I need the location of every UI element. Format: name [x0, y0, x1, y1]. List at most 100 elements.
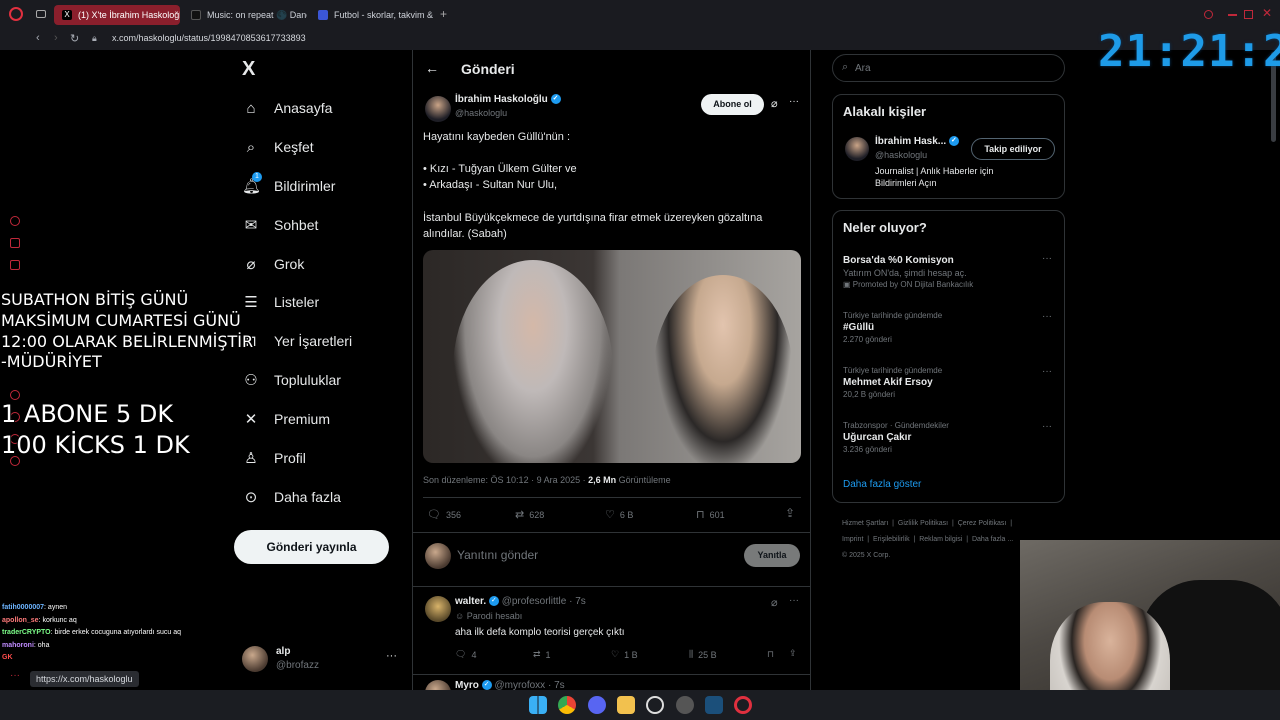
tab-music[interactable]: Music: on repeat 🌑 Danc — [183, 5, 307, 25]
back-icon[interactable]: ‹ — [36, 32, 40, 44]
author-name-row[interactable]: İbrahim Haskoloğlu ✓ — [455, 94, 561, 105]
new-tab-button[interactable]: + — [440, 7, 447, 21]
trend-more-icon[interactable]: ··· — [1042, 311, 1052, 322]
avatar[interactable] — [845, 137, 869, 161]
reply-input[interactable]: Yanıtını gönder — [457, 548, 697, 562]
nav-item-home[interactable]: ⌂ Anasayfa — [242, 96, 332, 120]
search-box[interactable]: ⌕ Ara — [832, 54, 1065, 82]
opera-icon[interactable] — [734, 696, 752, 714]
repost-action[interactable]: ⇄ 1 — [533, 649, 551, 660]
app-icon[interactable] — [676, 696, 694, 714]
chrome-icon[interactable] — [558, 696, 576, 714]
nav-item-more[interactable]: ⊙ Daha fazla — [242, 485, 341, 509]
url-text[interactable]: x.com/haskologlu/status/1998470853617733… — [112, 33, 306, 43]
trend-more-icon[interactable]: ··· — [1042, 366, 1052, 377]
show-more-link[interactable]: Daha fazla göster — [843, 479, 921, 490]
reply-action[interactable]: 🗨︎ 356 — [427, 508, 461, 521]
reply-item[interactable]: walter. ✓ @profesorlittle · 7s ⌀ ··· ☺ P… — [413, 587, 811, 687]
trend-more-icon[interactable]: ··· — [1042, 253, 1052, 264]
person-bio: Journalist | Anlık Haberler için Bildiri… — [875, 166, 994, 188]
copyright: © 2025 X Corp. — [842, 552, 891, 559]
chat-message: apollon_se: korkunc aq — [2, 615, 181, 628]
stream-clock: 21:21:26 — [1098, 26, 1280, 77]
steam-icon[interactable] — [705, 696, 723, 714]
nav-item-messages[interactable]: ✉ Sohbet — [242, 213, 319, 237]
discord-icon[interactable] — [588, 696, 606, 714]
post-button[interactable]: Gönderi yayınla — [234, 530, 389, 564]
x-favicon-icon: X — [62, 10, 72, 20]
opera-logo-icon[interactable] — [9, 7, 23, 21]
nav-item-premium[interactable]: ✕ Premium — [242, 407, 330, 431]
more-icon[interactable]: ··· — [386, 650, 397, 662]
person-name-row[interactable]: İbrahim Hask... ✓ — [875, 136, 959, 147]
footer-link[interactable]: Çerez Politikası — [958, 520, 1007, 527]
sidebar-app-icon[interactable] — [10, 216, 20, 226]
overlay-text: 12:00 OLARAK BELİRLENMİŞTİR — [1, 332, 254, 351]
tab-x-post[interactable]: X (1) X'te İbrahim Haskoloğlu — [54, 5, 180, 25]
share-icon: ⇪ — [789, 648, 797, 658]
tab-futbol[interactable]: Futbol - skorlar, takvim & — [310, 5, 434, 25]
footer-link[interactable]: Gizlilik Politikası — [898, 520, 948, 527]
minimize-button[interactable] — [1228, 14, 1237, 16]
repost-action[interactable]: ⇄ 628 — [515, 508, 544, 521]
nav-item-communities[interactable]: ⚇ Topluluklar — [242, 368, 341, 392]
footer-link[interactable]: Reklam bilgisi — [919, 536, 962, 543]
reply-author: walter. — [455, 596, 487, 607]
profile-icon: ♙ — [244, 450, 258, 467]
like-action[interactable]: ♡ 6 B — [605, 508, 633, 521]
footer-link[interactable]: Imprint — [842, 536, 863, 543]
nav-item-bookmarks[interactable]: ⊓ Yer İşaretleri — [242, 329, 352, 353]
like-action[interactable]: ♡ 1 B — [611, 649, 638, 660]
reload-icon[interactable]: ↻ — [70, 32, 79, 45]
following-button[interactable]: Takip ediliyor — [971, 138, 1055, 160]
footer-link[interactable]: Hizmet Şartları — [842, 520, 888, 527]
more-icon[interactable]: ··· — [789, 96, 799, 107]
folder-icon[interactable] — [617, 696, 635, 714]
share-action[interactable]: ⇪ — [789, 648, 797, 659]
sidebar-app-icon[interactable] — [10, 260, 20, 270]
windows-start-icon[interactable] — [529, 696, 547, 714]
forward-icon[interactable]: › — [54, 32, 58, 44]
grok-icon[interactable]: ⌀ — [771, 97, 778, 110]
reply-action[interactable]: 🗨︎ 4 — [455, 649, 476, 660]
trend-sub: 3.236 gönderi — [843, 445, 892, 454]
account-switcher[interactable]: alp @brofazz ··· — [242, 644, 402, 674]
x-logo-icon[interactable]: X — [242, 58, 255, 81]
sidebar-app-icon[interactable] — [10, 238, 20, 248]
reply-item[interactable]: Myro ✓ @myrofoxx · 7s — [413, 675, 811, 690]
nav-item-explore[interactable]: ⌕ Keşfet — [242, 135, 314, 159]
sidebar-more-icon[interactable]: ··· — [10, 670, 20, 681]
follow-button[interactable]: Abone ol — [701, 94, 764, 115]
reply-button[interactable]: Yanıtla — [744, 544, 800, 567]
tab-overview-icon[interactable] — [36, 10, 46, 18]
views-action[interactable]: ⫼ 25 B — [689, 649, 717, 660]
nav-item-lists[interactable]: ☰ Listeler — [242, 290, 319, 314]
bookmark-action[interactable]: ⊓ 601 — [696, 508, 725, 521]
community-icon: ⚇ — [244, 372, 258, 389]
bookmark-icon: ⊓ — [767, 649, 775, 659]
back-arrow-icon[interactable]: ← — [425, 60, 439, 76]
app-icon[interactable] — [646, 696, 664, 714]
trend-item[interactable]: Türkiye tarihinde gündemde Mehmet Akif E… — [843, 366, 1043, 399]
close-button[interactable]: ✕ — [1262, 6, 1272, 20]
trend-item[interactable]: Borsa'da %0 Komisyon Yatırım ON'da, şimd… — [843, 253, 1043, 289]
trend-item[interactable]: Türkiye tarihinde gündemde #Güllü 2.270 … — [843, 311, 1043, 344]
footer-link[interactable]: Erişilebilirlik — [873, 536, 910, 543]
more-icon[interactable]: ··· — [789, 595, 799, 606]
grok-icon[interactable]: ⌀ — [771, 596, 778, 609]
maximize-button[interactable] — [1244, 10, 1253, 19]
post-image[interactable] — [423, 250, 801, 463]
window-search-icon[interactable] — [1204, 10, 1213, 19]
footer-link[interactable]: Daha fazla ... — [972, 536, 1013, 543]
bookmark-action[interactable]: ⊓ — [767, 649, 774, 660]
sidebar-app-icon[interactable] — [10, 390, 20, 400]
repost-icon: ⇄ — [533, 649, 541, 659]
share-action[interactable]: ⇪ — [785, 506, 795, 520]
nav-item-notifications[interactable]: 🔔︎ 1 Bildirimler — [242, 172, 335, 198]
nav-item-profile[interactable]: ♙ Profil — [242, 446, 306, 470]
nav-item-grok[interactable]: ⌀ Grok — [242, 252, 304, 276]
search-input[interactable]: Ara — [855, 63, 871, 74]
author-avatar[interactable] — [425, 96, 451, 122]
trend-item[interactable]: Trabzonspor · Gündemdekiler Uğurcan Çakı… — [843, 421, 1043, 454]
trend-more-icon[interactable]: ··· — [1042, 421, 1052, 432]
